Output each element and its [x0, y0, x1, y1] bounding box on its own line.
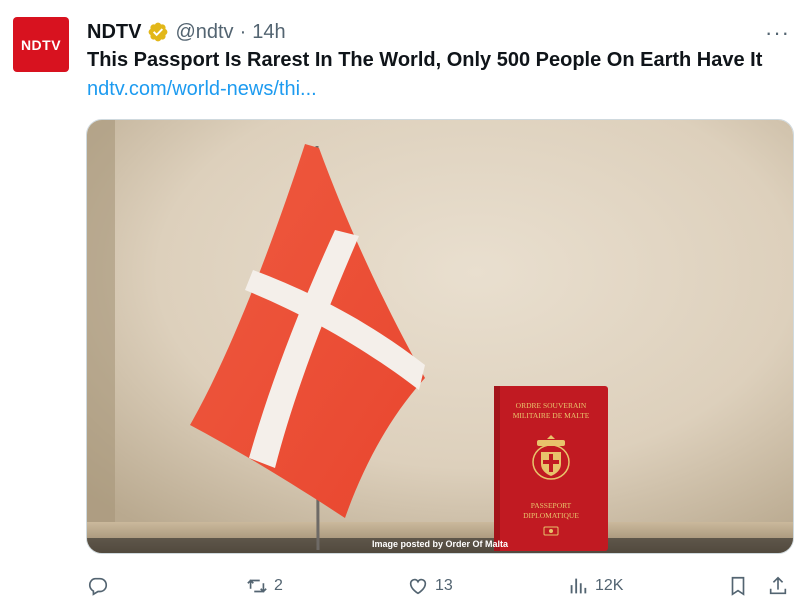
passport-bottom-text-1: PASSEPORT: [531, 501, 572, 510]
avatar-logo-text: NDTV: [20, 36, 62, 53]
views-count: 12K: [595, 577, 624, 594]
tweet-header: NDTV @ndtv · 14h: [87, 18, 286, 46]
like-button[interactable]: 13: [407, 568, 453, 604]
avatar[interactable]: NDTV: [13, 17, 69, 72]
author-name[interactable]: NDTV: [87, 21, 141, 44]
article-link[interactable]: ndtv.com/world-news/thi...: [87, 78, 317, 101]
more-options-icon[interactable]: ···: [765, 22, 790, 44]
tweet-actions: 2 13 12K: [0, 568, 810, 604]
author-handle[interactable]: @ndtv: [175, 21, 233, 44]
passport-top-text-1: ORDRE SOUVERAIN: [516, 401, 587, 410]
timestamp[interactable]: 14h: [252, 21, 285, 44]
photo-scene: ORDRE SOUVERAIN MILITAIRE DE MALTE PASSE…: [87, 120, 793, 553]
reply-button[interactable]: [87, 568, 115, 604]
retweet-icon: [247, 579, 267, 593]
share-icon: [769, 576, 787, 595]
bookmark-icon: [731, 576, 745, 596]
tweet-image[interactable]: ORDRE SOUVERAIN MILITAIRE DE MALTE PASSE…: [86, 119, 794, 554]
retweet-button[interactable]: 2: [246, 568, 283, 604]
views-chart-icon: [570, 578, 587, 594]
passport-bottom-text-2: DIPLOMATIQUE: [523, 511, 579, 520]
views-button[interactable]: 12K: [567, 568, 623, 604]
tweet-text: This Passport Is Rarest In The World, On…: [87, 49, 763, 71]
diplomatic-passport: ORDRE SOUVERAIN MILITAIRE DE MALTE PASSE…: [494, 386, 608, 551]
bookmark-button[interactable]: [727, 568, 749, 604]
heart-icon: [409, 578, 427, 595]
reply-icon: [88, 577, 108, 596]
separator-dot: ·: [239, 20, 247, 43]
like-count: 13: [435, 577, 453, 594]
share-button[interactable]: [767, 568, 789, 604]
verified-badge-icon: [149, 22, 168, 42]
retweet-count: 2: [274, 577, 283, 594]
passport-top-text-2: MILITAIRE DE MALTE: [513, 411, 590, 420]
image-caption: Image posted by Order Of Malta: [371, 539, 509, 549]
